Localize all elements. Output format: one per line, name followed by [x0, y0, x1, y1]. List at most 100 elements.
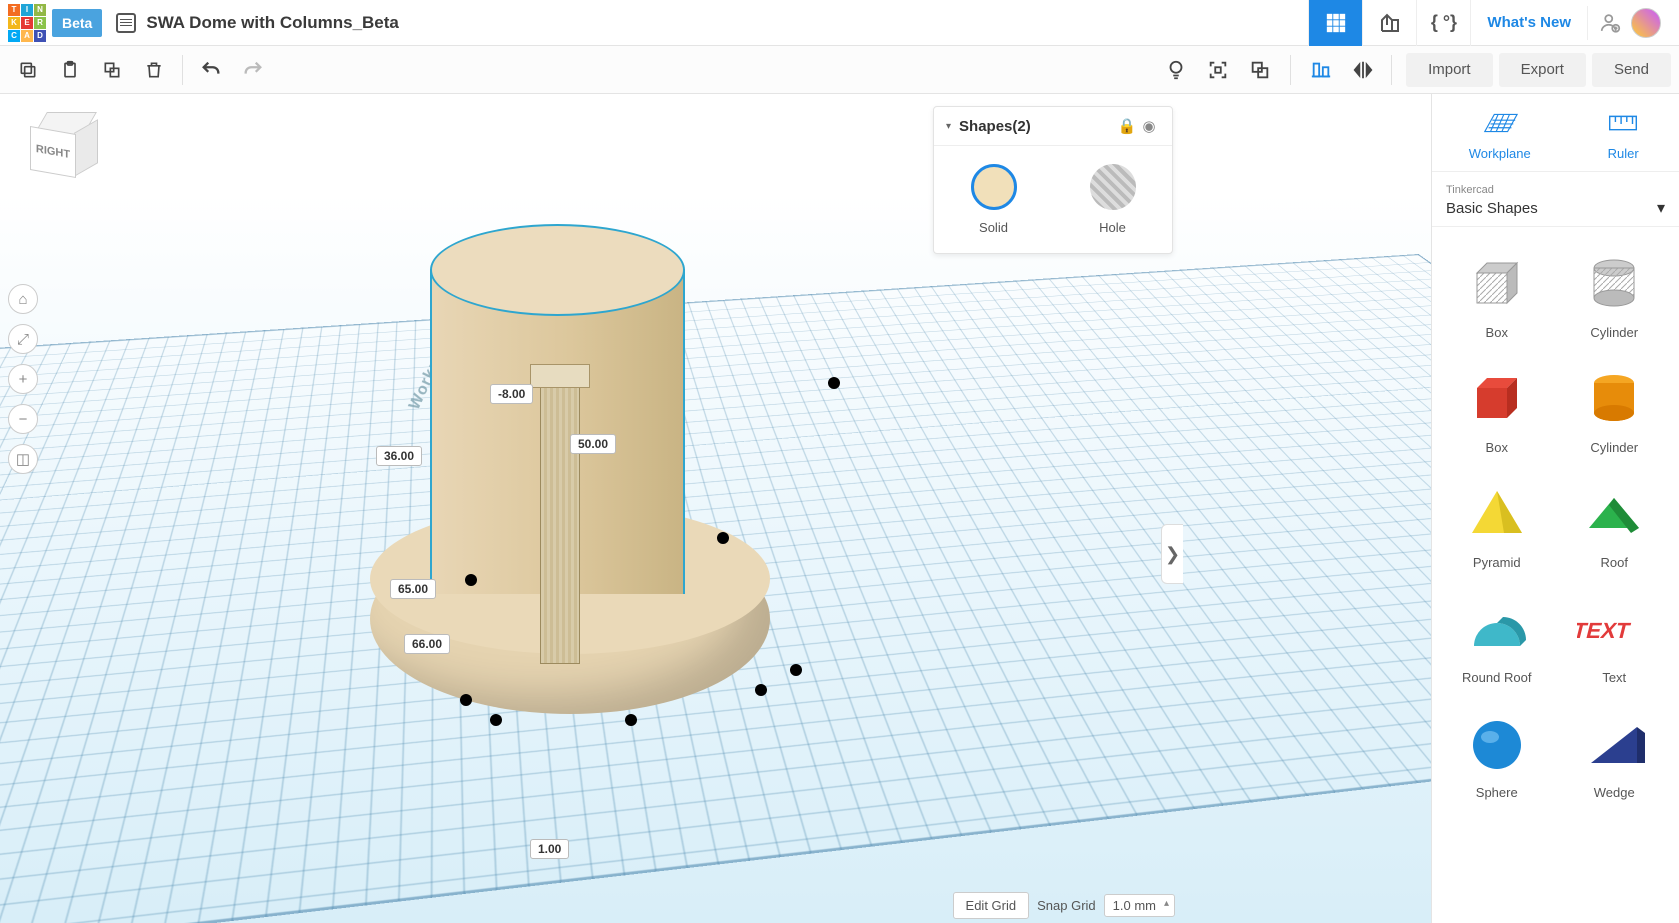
document-icon[interactable]: [116, 13, 136, 33]
workplane-tool[interactable]: Workplane: [1469, 106, 1531, 161]
workplane-icon: [1481, 106, 1519, 140]
solid-label: Solid: [979, 220, 1008, 235]
view-controls: ⌂ ⤢ + − ◫: [8, 284, 38, 474]
tinkercad-logo[interactable]: TIN KER CAD: [8, 4, 46, 42]
hole-option[interactable]: Hole: [1090, 164, 1136, 235]
send-to-button[interactable]: Send: [1592, 53, 1671, 87]
shape-sphere[interactable]: Sphere: [1438, 699, 1556, 808]
shapes-sidebar: Workplane Ruler Tinkercad Basic Shapes ▾…: [1431, 94, 1679, 923]
panel-collapse-button[interactable]: ❯: [1161, 524, 1183, 584]
shape-pyramid[interactable]: Pyramid: [1438, 469, 1556, 578]
shape-box[interactable]: Box: [1438, 354, 1556, 463]
shape-label: Text: [1602, 670, 1626, 685]
redo-button[interactable]: [233, 50, 273, 90]
selection-handle[interactable]: [717, 532, 729, 544]
selection-handle[interactable]: [828, 377, 840, 389]
duplicate-button[interactable]: [92, 50, 132, 90]
shape-label: Pyramid: [1473, 555, 1521, 570]
dimension-label[interactable]: 50.00: [570, 434, 616, 454]
copy-button[interactable]: [8, 50, 48, 90]
fit-view-button[interactable]: ⤢: [8, 324, 38, 354]
edit-grid-button[interactable]: Edit Grid: [953, 892, 1030, 919]
inspector-collapse-icon[interactable]: ▾: [946, 121, 951, 132]
3d-canvas[interactable]: Workplane -8.00 50.00 36.00 65.00 66.00 …: [0, 94, 1431, 923]
model-column[interactable]: [540, 384, 580, 664]
undo-button[interactable]: [191, 50, 231, 90]
dimension-label[interactable]: 66.00: [404, 634, 450, 654]
ruler-icon: [1604, 106, 1642, 140]
model-column-capital: [530, 364, 590, 388]
main-area: Workplane -8.00 50.00 36.00 65.00 66.00 …: [0, 94, 1679, 923]
dimension-label[interactable]: 1.00: [530, 839, 569, 859]
document-title[interactable]: SWA Dome with Columns_Beta: [146, 13, 399, 33]
user-avatar[interactable]: [1631, 8, 1661, 38]
category-name: Basic Shapes: [1446, 200, 1538, 217]
toolbar: Import Export Send: [0, 46, 1679, 94]
align-button[interactable]: [1301, 50, 1341, 90]
import-button[interactable]: Import: [1406, 53, 1493, 87]
shape-inspector: ▾ Shapes(2) 🔒 ◉ Solid Hole: [933, 106, 1173, 254]
shape-grid: Box Cylinder Box Cylinder Pyramid Roof: [1432, 227, 1679, 923]
group-button[interactable]: [1240, 50, 1280, 90]
code-mode-button[interactable]: { °}: [1416, 0, 1470, 46]
lightbulb-icon[interactable]: ◉: [1138, 117, 1160, 135]
selection-handle[interactable]: [755, 684, 767, 696]
workplane-tool-label: Workplane: [1469, 146, 1531, 161]
category-brand: Tinkercad: [1446, 184, 1494, 196]
beta-badge: Beta: [52, 9, 102, 37]
shape-round-roof[interactable]: Round Roof: [1438, 584, 1556, 693]
ruler-tool[interactable]: Ruler: [1604, 106, 1642, 161]
shape-label: Box: [1486, 440, 1508, 455]
solid-option[interactable]: Solid: [971, 164, 1017, 235]
selection-handle[interactable]: [625, 714, 637, 726]
export-button[interactable]: Export: [1499, 53, 1586, 87]
notes-visibility-button[interactable]: [1156, 50, 1196, 90]
hole-swatch-icon: [1090, 164, 1136, 210]
zoom-in-button[interactable]: +: [8, 364, 38, 394]
shape-cylinder-hole[interactable]: Cylinder: [1556, 239, 1674, 348]
shape-label: Wedge: [1594, 785, 1635, 800]
snap-grid-select[interactable]: 1.0 mm: [1104, 894, 1175, 917]
shape-label: Roof: [1601, 555, 1628, 570]
design-mode-button[interactable]: [1308, 0, 1362, 46]
shape-text[interactable]: TEXT Text: [1556, 584, 1674, 693]
ortho-view-button[interactable]: ◫: [8, 444, 38, 474]
shape-label: Cylinder: [1590, 440, 1638, 455]
shape-label: Box: [1486, 325, 1508, 340]
chevron-down-icon: ▾: [1657, 198, 1665, 218]
selection-handle[interactable]: [490, 714, 502, 726]
model-main-cylinder-top: [430, 224, 685, 316]
show-all-button[interactable]: [1198, 50, 1238, 90]
svg-text:TEXT: TEXT: [1577, 618, 1633, 643]
dimension-label[interactable]: 65.00: [390, 579, 436, 599]
grid-controls: Edit Grid Snap Grid 1.0 mm: [953, 892, 1175, 919]
shape-cylinder[interactable]: Cylinder: [1556, 354, 1674, 463]
shape-label: Round Roof: [1462, 670, 1531, 685]
shape-label: Cylinder: [1590, 325, 1638, 340]
account-icon[interactable]: [1587, 6, 1621, 40]
shape-wedge[interactable]: Wedge: [1556, 699, 1674, 808]
mirror-button[interactable]: [1343, 50, 1383, 90]
view-cube-face[interactable]: RIGHT: [30, 126, 76, 178]
blocks-mode-button[interactable]: [1362, 0, 1416, 46]
selection-handle[interactable]: [460, 694, 472, 706]
app-header: TIN KER CAD Beta SWA Dome with Columns_B…: [0, 0, 1679, 46]
delete-button[interactable]: [134, 50, 174, 90]
paste-button[interactable]: [50, 50, 90, 90]
lock-icon[interactable]: 🔒: [1116, 117, 1138, 135]
shape-box-hole[interactable]: Box: [1438, 239, 1556, 348]
inspector-title: Shapes(2): [959, 118, 1116, 135]
hole-label: Hole: [1099, 220, 1126, 235]
shape-category-select[interactable]: Tinkercad Basic Shapes ▾: [1432, 172, 1679, 227]
selection-handle[interactable]: [790, 664, 802, 676]
whats-new-link[interactable]: What's New: [1470, 0, 1587, 46]
dimension-label[interactable]: 36.00: [376, 446, 422, 466]
snap-grid-label: Snap Grid: [1037, 898, 1096, 913]
view-cube[interactable]: RIGHT: [30, 112, 100, 182]
shape-roof[interactable]: Roof: [1556, 469, 1674, 578]
selection-handle[interactable]: [465, 574, 477, 586]
dimension-label[interactable]: -8.00: [490, 384, 533, 404]
zoom-out-button[interactable]: −: [8, 404, 38, 434]
solid-swatch-icon: [971, 164, 1017, 210]
home-view-button[interactable]: ⌂: [8, 284, 38, 314]
